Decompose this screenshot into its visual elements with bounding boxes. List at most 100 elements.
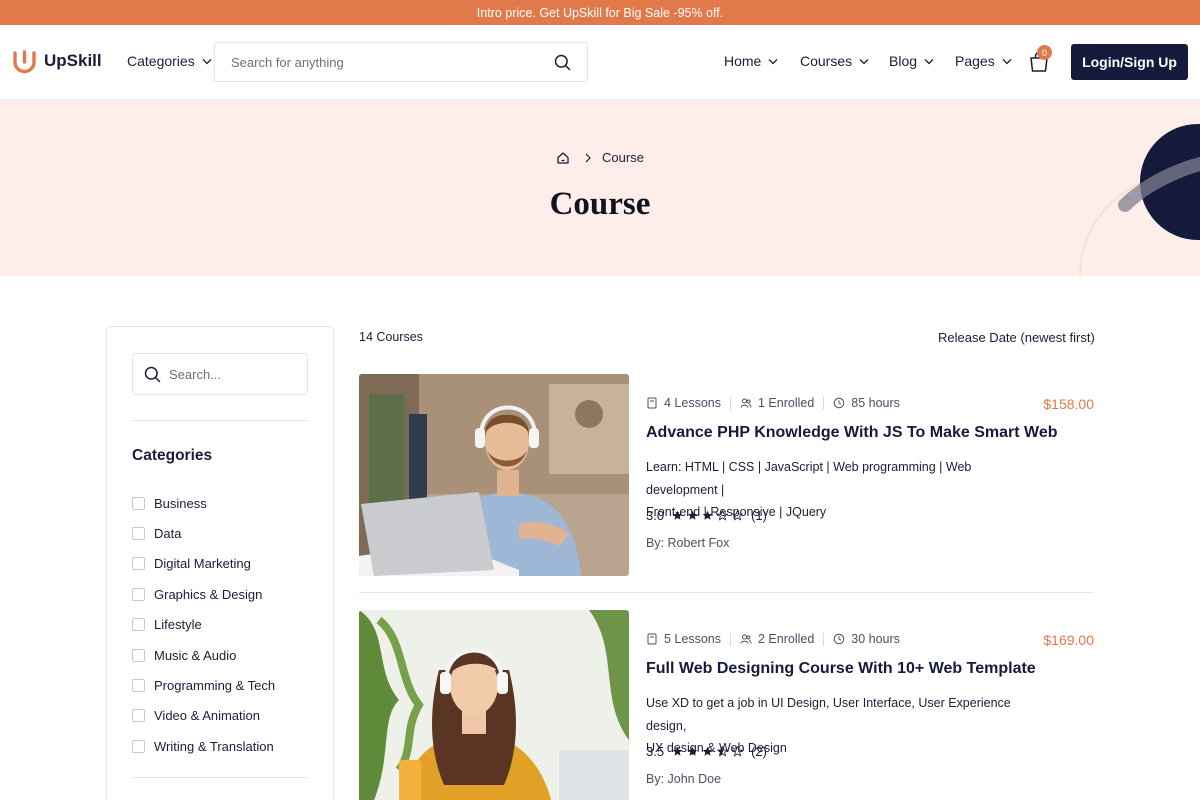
- course-author: By: John Doe: [646, 772, 722, 786]
- nav-pages-label: Pages: [955, 53, 995, 69]
- home-icon[interactable]: [556, 151, 570, 165]
- course-title[interactable]: Full Web Designing Course With 10+ Web T…: [646, 660, 1036, 678]
- checkbox[interactable]: [132, 587, 145, 601]
- chevron-down-icon: [859, 58, 869, 64]
- course-rating: 3.0 (1): [646, 508, 767, 523]
- checkbox[interactable]: [132, 739, 145, 753]
- meta-separator: [823, 632, 825, 646]
- categories-menu-label: Categories: [127, 53, 195, 69]
- checkbox[interactable]: [132, 618, 145, 632]
- category-filter-lifestyle[interactable]: Lifestyle: [132, 610, 275, 640]
- category-filter-digital-marketing[interactable]: Digital Marketing: [132, 549, 275, 579]
- brand-name: UpSkill: [44, 51, 102, 70]
- filter-sidebar: Categories Business Data Digital Marketi…: [106, 326, 334, 800]
- enrolled-count: 2 Enrolled: [740, 632, 814, 646]
- star-empty-icon: [717, 510, 729, 521]
- course-price: $169.00: [1043, 632, 1094, 648]
- search-icon: [144, 366, 161, 382]
- duration-label: 30 hours: [851, 632, 900, 646]
- breadcrumb: Course: [0, 150, 1200, 165]
- star-filled-icon: [687, 746, 698, 756]
- course-title[interactable]: Advance PHP Knowledge With JS To Make Sm…: [646, 424, 1058, 442]
- nav-home-label: Home: [724, 53, 762, 69]
- promo-banner: Intro price. Get UpSkill for Big Sale -9…: [0, 0, 1200, 25]
- sort-dropdown[interactable]: Release Date (newest first): [938, 330, 1095, 345]
- header-search: [214, 42, 588, 82]
- category-filter-music-audio[interactable]: Music & Audio: [132, 640, 275, 670]
- rating-value: 3.0: [646, 508, 665, 523]
- categories-menu[interactable]: Categories: [127, 53, 212, 69]
- clock-icon: [833, 397, 845, 409]
- category-label: Programming & Tech: [154, 678, 276, 694]
- star-filled-icon: [672, 510, 683, 520]
- sidebar-search: [132, 353, 308, 395]
- enrolled-label: 1 Enrolled: [757, 396, 815, 410]
- chevron-right-icon: [585, 153, 591, 162]
- book-icon: [647, 633, 657, 645]
- rating-count: (2): [751, 744, 767, 759]
- category-filter-graphics-design[interactable]: Graphics & Design: [132, 579, 275, 609]
- site-header: UpSkill Categories Home Courses Blog Pag…: [0, 25, 1200, 100]
- checkbox[interactable]: [132, 496, 145, 510]
- nav-courses[interactable]: Courses: [800, 53, 869, 69]
- decorative-shape: [1079, 124, 1200, 276]
- course-author: By: Robert Fox: [646, 536, 730, 550]
- star-filled-icon: [702, 510, 713, 520]
- category-filter-list: Business Data Digital Marketing Graphics…: [132, 488, 275, 762]
- category-label: Digital Marketing: [154, 556, 251, 572]
- header-search-input[interactable]: [215, 54, 535, 70]
- login-signup-button[interactable]: Login/Sign Up: [1071, 44, 1188, 80]
- course-card: 4 Lessons 1 Enrolled 85 hours $158.00 Ad…: [359, 374, 1094, 594]
- sidebar-search-input[interactable]: [161, 366, 291, 382]
- sidebar-divider: [132, 777, 308, 778]
- lessons-label: 5 Lessons: [664, 632, 721, 646]
- checkbox[interactable]: [132, 527, 145, 541]
- page-hero: Course Course: [0, 100, 1200, 276]
- nav-blog-label: Blog: [889, 53, 918, 69]
- users-icon: [740, 398, 752, 408]
- checkbox[interactable]: [132, 648, 145, 662]
- course-price: $158.00: [1043, 396, 1094, 412]
- lessons-label: 4 Lessons: [664, 396, 721, 410]
- category-filter-video-animation[interactable]: Video & Animation: [132, 701, 275, 731]
- enrolled-count: 1 Enrolled: [740, 396, 814, 410]
- chevron-down-icon: [924, 58, 934, 64]
- lessons-count: 5 Lessons: [646, 632, 721, 646]
- breadcrumb-current: Course: [602, 150, 644, 165]
- nav-blog[interactable]: Blog: [889, 53, 934, 69]
- nav-pages[interactable]: Pages: [955, 53, 1012, 69]
- checkbox[interactable]: [132, 709, 145, 723]
- chevron-down-icon: [768, 58, 778, 64]
- category-filter-data[interactable]: Data: [132, 518, 275, 548]
- checkbox[interactable]: [132, 557, 145, 571]
- course-thumbnail-image[interactable]: [359, 374, 629, 576]
- category-label: Graphics & Design: [154, 586, 263, 602]
- cart-count-badge: 0: [1037, 45, 1052, 60]
- meta-separator: [729, 632, 731, 646]
- nav-courses-label: Courses: [800, 53, 853, 69]
- category-label: Lifestyle: [154, 617, 202, 633]
- duration-label: 85 hours: [851, 396, 900, 410]
- category-filter-business[interactable]: Business: [132, 488, 275, 518]
- nav-home[interactable]: Home: [724, 53, 778, 69]
- logo[interactable]: UpSkill: [12, 48, 102, 74]
- course-meta: 5 Lessons 2 Enrolled 30 hours: [646, 632, 900, 646]
- category-filter-programming-tech[interactable]: Programming & Tech: [132, 670, 275, 700]
- chevron-down-icon: [202, 58, 212, 64]
- category-label: Data: [154, 526, 182, 542]
- course-thumbnail-image[interactable]: [359, 610, 629, 800]
- star-empty-icon: [732, 510, 744, 521]
- star-filled-icon: [702, 746, 713, 756]
- checkbox[interactable]: [132, 679, 145, 693]
- course-duration: 85 hours: [833, 396, 900, 410]
- card-divider: [359, 592, 1094, 593]
- search-icon[interactable]: [554, 54, 571, 71]
- course-count: 14 Courses: [359, 330, 423, 344]
- category-label: Business: [154, 495, 207, 511]
- users-icon: [740, 634, 752, 644]
- category-filter-writing-translation[interactable]: Writing & Translation: [132, 731, 275, 761]
- chevron-down-icon: [1002, 58, 1012, 64]
- meta-separator: [729, 396, 731, 410]
- category-label: Video & Animation: [154, 708, 260, 724]
- lessons-count: 4 Lessons: [646, 396, 721, 410]
